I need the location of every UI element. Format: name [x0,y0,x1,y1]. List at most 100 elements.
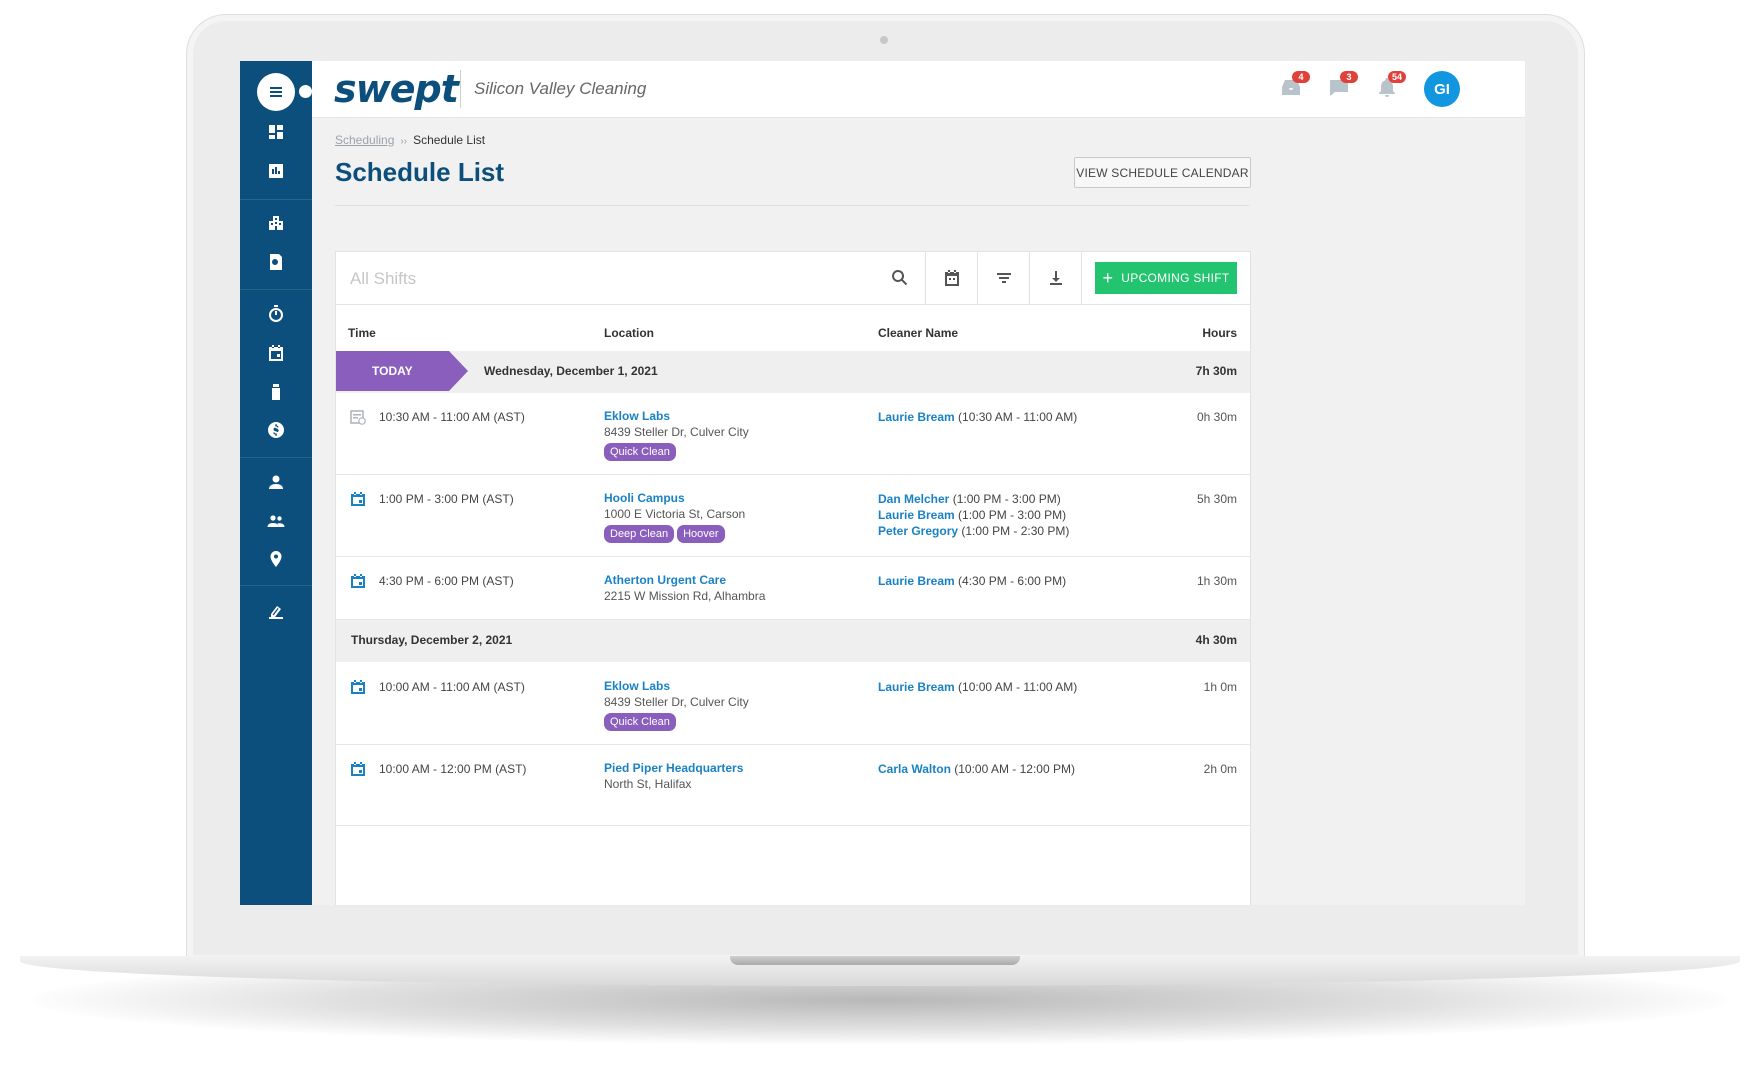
top-header: swept Silicon Valley Cleaning 4 3 54 GI [312,61,1525,118]
shift-hours: 0h 30m [1196,410,1237,424]
dashboard-icon [269,125,283,139]
calendar-icon [350,573,366,589]
shift-time: 4:30 PM - 6:00 PM (AST) [379,574,514,588]
cleaner-link[interactable]: Dan Melcher [878,492,949,506]
sidebar-item-settings[interactable] [264,600,288,624]
sidebar-item-supplies[interactable] [264,380,288,404]
title-divider [335,205,1249,206]
breadcrumb-link-scheduling[interactable]: Scheduling [335,133,394,147]
calendar-icon [945,270,959,286]
notifications-badge: 54 [1388,71,1406,83]
service-tag: Quick Clean [604,713,676,731]
shift-time: 10:00 AM - 12:00 PM (AST) [379,762,527,776]
sidebar-item-scheduling[interactable] [264,341,288,365]
calendar-icon [350,491,366,507]
sidebar-divider [240,199,312,200]
table-row[interactable]: 10:30 AM - 11:00 AM (AST) Eklow Labs 843… [336,393,1250,475]
cleaner-list: Carla Walton (10:00 AM - 12:00 PM) [878,761,1075,777]
day-group-header: Thursday, December 2, 2021 4h 30m [336,620,1250,662]
location-icon [270,551,282,567]
table-row[interactable]: 10:00 AM - 11:00 AM (AST) Eklow Labs 843… [336,663,1250,745]
timer-icon [269,305,283,322]
cleaner-link[interactable]: Laurie Bream [878,410,955,424]
company-name: Silicon Valley Cleaning [474,79,647,98]
table-row[interactable]: 1:00 PM - 3:00 PM (AST) Hooli Campus 100… [336,475,1250,557]
service-tags: Quick Clean [604,443,676,461]
sidebar-item-billing[interactable] [264,418,288,442]
column-header-time[interactable]: Time [348,326,376,340]
search-button[interactable] [874,252,926,304]
hamburger-icon [270,87,282,97]
messages-button[interactable]: 3 [1326,71,1358,105]
sidebar-divider [240,457,312,458]
download-icon [1050,271,1062,285]
service-tags: Quick Clean [604,713,676,731]
notifications-button[interactable]: 54 [1374,71,1406,105]
shift-hours: 5h 30m [1196,492,1237,506]
search-icon [892,269,908,286]
sidebar-divider [240,289,312,290]
sidebar-item-buildings[interactable] [264,211,288,235]
app-logo[interactable]: swept [334,67,459,111]
sidebar-item-timesheets[interactable] [264,302,288,326]
cleaner-time: (4:30 PM - 6:00 PM) [958,574,1067,588]
inspection-icon [270,254,282,270]
header-divider [460,70,461,108]
location-address: North St, Halifax [604,777,692,791]
cleaner-link[interactable]: Peter Gregory [878,524,958,538]
table-row[interactable]: 4:30 PM - 6:00 PM (AST) Atherton Urgent … [336,557,1250,620]
download-button[interactable] [1029,252,1082,304]
breadcrumb-current: Schedule List [413,133,486,147]
column-header-location[interactable]: Location [604,326,654,340]
search-input[interactable] [348,264,872,294]
filter-button[interactable] [977,252,1030,304]
date-picker-button[interactable] [925,252,978,304]
cleaner-time: (1:00 PM - 3:00 PM) [958,508,1067,522]
supplies-icon [272,384,280,400]
calendar-icon [350,679,366,695]
inbox-button[interactable]: 4 [1278,71,1310,105]
sidebar-item-dashboard[interactable] [264,120,288,144]
menu-toggle-button[interactable] [257,73,295,111]
sidebar-item-reports[interactable] [264,159,288,183]
cleaner-time: (10:30 AM - 11:00 AM) [958,410,1078,424]
cleaner-link[interactable]: Laurie Bream [878,508,955,522]
column-header-cleaner[interactable]: Cleaner Name [878,326,958,340]
location-link[interactable]: Eklow Labs [604,409,670,423]
location-address: 2215 W Mission Rd, Alhambra [604,589,766,603]
location-link[interactable]: Atherton Urgent Care [604,573,726,587]
cleaner-time: (1:00 PM - 3:00 PM) [952,492,1061,506]
sidebar-divider [240,585,312,586]
column-header-hours[interactable]: Hours [1202,326,1237,340]
messages-badge: 3 [1340,71,1358,83]
location-address: 8439 Steller Dr, Culver City [604,695,749,709]
filter-icon [997,273,1011,283]
breadcrumb-separator: ›› [400,136,408,147]
cleaner-list: Dan Melcher (1:00 PM - 3:00 PM) Laurie B… [878,491,1069,539]
location-link[interactable]: Eklow Labs [604,679,670,693]
location-link[interactable]: Hooli Campus [604,491,685,505]
sidebar-item-team[interactable] [264,509,288,533]
upcoming-shift-label: UPCOMING SHIFT [1121,271,1230,285]
service-tag: Quick Clean [604,443,676,461]
page-title: Schedule List [335,157,505,187]
table-row[interactable]: 10:00 AM - 12:00 PM (AST) Pied Piper Hea… [336,745,1250,826]
cleaner-link[interactable]: Laurie Bream [878,680,955,694]
upcoming-shift-button[interactable]: + UPCOMING SHIFT [1095,262,1237,294]
day-total-hours: 4h 30m [1195,633,1237,647]
location-link[interactable]: Pied Piper Headquarters [604,761,743,775]
sidebar-item-inspections[interactable] [264,250,288,274]
sidebar-item-employees[interactable] [264,470,288,494]
billing-icon [268,422,284,438]
sidebar [240,61,312,905]
view-schedule-calendar-button[interactable]: VIEW SCHEDULE CALENDAR [1074,157,1251,188]
service-tag: Deep Clean [604,525,675,543]
cleaner-list: Laurie Bream (4:30 PM - 6:00 PM) [878,573,1066,589]
sidebar-item-locations[interactable] [264,547,288,571]
cleaner-link[interactable]: Laurie Bream [878,574,955,588]
cleaner-link[interactable]: Carla Walton [878,762,951,776]
laptop-hinge [730,956,1020,965]
shift-hours: 1h 0m [1203,680,1237,694]
user-avatar[interactable]: GI [1424,71,1460,107]
laptop-camera [880,36,888,44]
